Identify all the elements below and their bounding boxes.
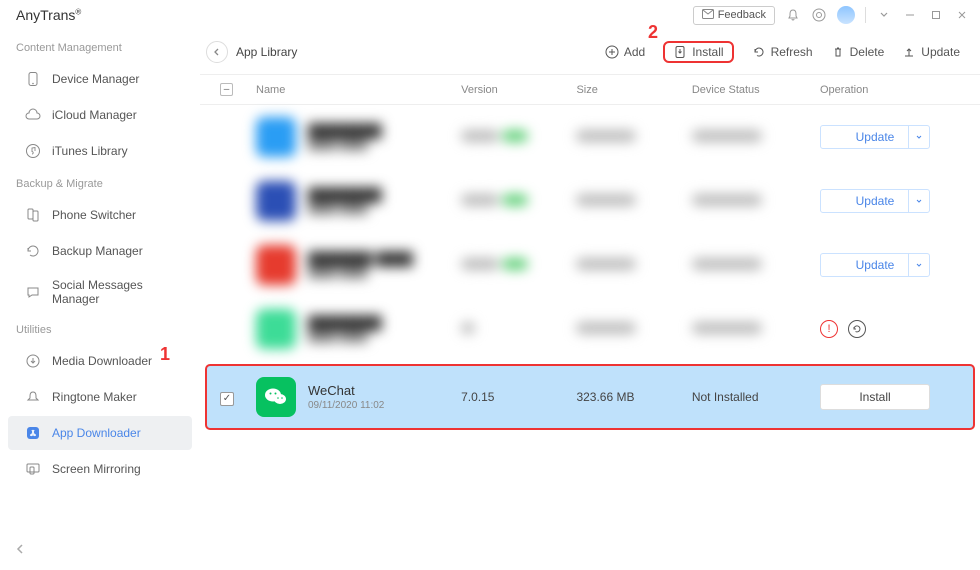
sidebar-item-device-manager[interactable]: Device Manager bbox=[8, 62, 192, 96]
close-icon[interactable] bbox=[954, 7, 970, 23]
col-name[interactable]: Name bbox=[256, 84, 461, 96]
chevron-down-icon[interactable] bbox=[908, 126, 929, 148]
sidebar-item-screen-mirroring[interactable]: Screen Mirroring bbox=[8, 452, 192, 486]
switch-icon bbox=[24, 206, 42, 224]
avatar[interactable] bbox=[837, 6, 855, 24]
maximize-icon[interactable] bbox=[928, 7, 944, 23]
annotation-2: 2 bbox=[648, 22, 658, 43]
col-status[interactable]: Device Status bbox=[692, 84, 820, 96]
trash-icon bbox=[831, 45, 845, 59]
row-refresh-icon[interactable] bbox=[848, 320, 866, 338]
app-date: 09/11/2020 11:02 bbox=[308, 400, 384, 411]
table-row[interactable]: ████████████ ████ ! bbox=[200, 297, 980, 361]
dropdown-icon[interactable] bbox=[876, 7, 892, 23]
sidebar-item-app-downloader[interactable]: App Downloader bbox=[8, 416, 192, 450]
app-title: AnyTrans® bbox=[16, 7, 81, 23]
plus-icon bbox=[605, 45, 619, 59]
cloud-icon bbox=[24, 106, 42, 124]
breadcrumb: App Library bbox=[236, 45, 297, 59]
update-button[interactable]: Update bbox=[902, 45, 960, 59]
section-content-management: Content Management bbox=[0, 34, 200, 60]
chevron-down-icon[interactable] bbox=[908, 190, 929, 212]
table-header: – Name Version Size Device Status Operat… bbox=[200, 74, 980, 105]
ringtone-icon bbox=[24, 388, 42, 406]
appstore-icon bbox=[24, 424, 42, 442]
select-all-checkbox[interactable]: – bbox=[220, 83, 233, 96]
app-size: 323.66 MB bbox=[576, 390, 691, 404]
install-icon bbox=[673, 45, 687, 59]
table-row-selected[interactable]: ✓ WeChat 09/11/2020 11:02 7.0.15 323.66 … bbox=[206, 365, 974, 429]
refresh-icon bbox=[752, 45, 766, 59]
bell-icon[interactable] bbox=[785, 7, 801, 23]
annotation-1: 1 bbox=[160, 344, 170, 365]
section-backup-migrate: Backup & Migrate bbox=[0, 170, 200, 196]
delete-button[interactable]: Delete bbox=[831, 45, 885, 59]
help-icon[interactable] bbox=[811, 7, 827, 23]
mail-icon bbox=[702, 9, 714, 22]
sidebar-item-ringtone-maker[interactable]: Ringtone Maker bbox=[8, 380, 192, 414]
device-icon bbox=[24, 70, 42, 88]
chat-icon bbox=[24, 283, 42, 301]
sidebar-item-phone-switcher[interactable]: Phone Switcher bbox=[8, 198, 192, 232]
feedback-button[interactable]: Feedback bbox=[693, 6, 775, 25]
download-icon bbox=[24, 352, 42, 370]
col-version[interactable]: Version bbox=[461, 84, 576, 96]
sidebar-item-backup-manager[interactable]: Backup Manager bbox=[8, 234, 192, 268]
add-button[interactable]: Add bbox=[605, 45, 645, 59]
table-row[interactable]: ████████████ ████ Update bbox=[200, 105, 980, 169]
app-status: Not Installed bbox=[692, 390, 820, 404]
table-row[interactable]: ███████ ████████ ████ Update bbox=[200, 233, 980, 297]
sidebar-item-icloud-manager[interactable]: iCloud Manager bbox=[8, 98, 192, 132]
music-icon bbox=[24, 142, 42, 160]
sidebar-item-social-messages[interactable]: Social Messages Manager bbox=[8, 270, 192, 314]
back-button[interactable] bbox=[206, 41, 228, 63]
row-update-button[interactable]: Update bbox=[820, 189, 930, 213]
col-size[interactable]: Size bbox=[576, 84, 691, 96]
refresh-button[interactable]: Refresh bbox=[752, 45, 813, 59]
row-update-button[interactable]: Update bbox=[820, 125, 930, 149]
app-name: WeChat bbox=[308, 383, 384, 398]
mirror-icon bbox=[24, 460, 42, 478]
row-update-button[interactable]: Update bbox=[820, 253, 930, 277]
install-button[interactable]: Install bbox=[663, 41, 733, 63]
section-utilities: Utilities bbox=[0, 316, 200, 342]
sidebar-item-itunes-library[interactable]: iTunes Library bbox=[8, 134, 192, 168]
wechat-app-icon bbox=[256, 377, 296, 417]
minimize-icon[interactable] bbox=[902, 7, 918, 23]
warning-icon[interactable]: ! bbox=[820, 320, 838, 338]
backup-icon bbox=[24, 242, 42, 260]
upload-icon bbox=[902, 45, 916, 59]
chevron-down-icon[interactable] bbox=[908, 254, 929, 276]
collapse-sidebar-icon[interactable] bbox=[14, 542, 26, 560]
sidebar: Content Management Device Manager iCloud… bbox=[0, 30, 200, 570]
table-row[interactable]: ████████████ ████ Update bbox=[200, 169, 980, 233]
row-install-button[interactable]: Install bbox=[820, 384, 930, 410]
app-version: 7.0.15 bbox=[461, 390, 576, 404]
col-operation[interactable]: Operation bbox=[820, 84, 960, 96]
row-checkbox[interactable]: ✓ bbox=[220, 392, 234, 406]
